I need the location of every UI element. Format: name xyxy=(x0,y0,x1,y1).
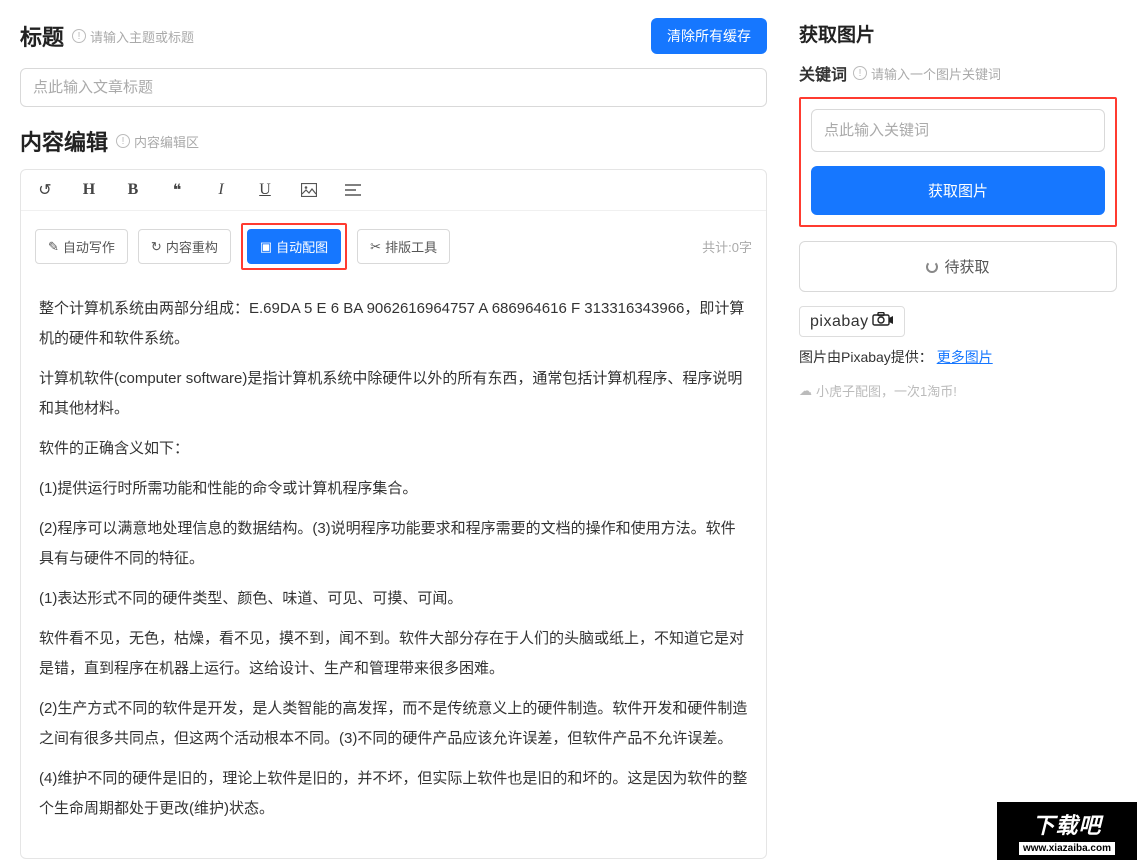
paragraph: (2)生产方式不同的软件是开发，是人类智能的高发挥，而不是传统意义上的硬件制造。… xyxy=(39,694,748,754)
bold-icon[interactable]: B xyxy=(123,180,143,200)
info-icon: ! xyxy=(116,134,130,148)
align-icon[interactable] xyxy=(343,180,363,200)
main-panel: 标题 ! 请输入主题或标题 清除所有缓存 内容编辑 ! 内容编辑区 ↺ H xyxy=(0,0,787,859)
image-icon[interactable] xyxy=(299,180,319,200)
paragraph: (1)表达形式不同的硬件类型、颜色、味道、可见、可摸、可闻。 xyxy=(39,584,748,614)
pencil-icon: ✎ xyxy=(48,239,59,255)
restructure-button[interactable]: ↻内容重构 xyxy=(138,229,231,264)
highlighted-auto-image: ▣自动配图 xyxy=(241,223,347,270)
credit-line: 图片由Pixabay提供： 更多图片 xyxy=(799,347,1117,367)
status-button[interactable]: 待获取 xyxy=(799,241,1117,292)
paragraph: 软件的正确含义如下： xyxy=(39,434,748,464)
fetch-image-button[interactable]: 获取图片 xyxy=(811,166,1105,215)
keyword-label: 关键词 xyxy=(799,61,847,85)
cloud-icon: ☁ xyxy=(799,383,812,399)
sidebar-title: 获取图片 xyxy=(799,20,1117,47)
title-section-header: 标题 ! 请输入主题或标题 清除所有缓存 xyxy=(20,18,767,54)
auto-write-button[interactable]: ✎自动写作 xyxy=(35,229,128,264)
keyword-input[interactable] xyxy=(811,109,1105,152)
content-hint: ! 内容编辑区 xyxy=(116,132,199,151)
action-toolbar: ✎自动写作 ↻内容重构 ▣自动配图 ✂排版工具 共计:0字 xyxy=(21,211,766,282)
underline-icon[interactable]: U xyxy=(255,180,275,200)
footer-tip: ☁ 小虎子配图，一次1淘币! xyxy=(799,381,957,400)
camera-icon xyxy=(872,312,894,331)
paragraph: 整个计算机系统由两部分组成：E.69DA 5 E 6 BA 9062616964… xyxy=(39,294,748,354)
heading-icon[interactable]: H xyxy=(79,180,99,200)
refresh-icon: ↻ xyxy=(151,239,162,255)
pixabay-badge: pixabay xyxy=(799,306,905,337)
word-counter: 共计:0字 xyxy=(702,237,752,256)
content-section-header: 内容编辑 ! 内容编辑区 xyxy=(20,125,767,157)
paragraph: (2)程序可以满意地处理信息的数据结构。(3)说明程序功能要求和程序需要的文档的… xyxy=(39,514,748,574)
keyword-label-row: 关键词 ! 请输入一个图片关键词 xyxy=(799,61,1117,85)
title-hint: ! 请输入主题或标题 xyxy=(72,27,194,46)
more-images-link[interactable]: 更多图片 xyxy=(937,349,993,365)
keyword-hint: ! 请输入一个图片关键词 xyxy=(853,64,1001,83)
clear-cache-button[interactable]: 清除所有缓存 xyxy=(651,18,767,54)
paragraph: 计算机软件(computer software)是指计算机系统中除硬件以外的所有… xyxy=(39,364,748,424)
watermark: 下载吧 www.xiazaiba.com xyxy=(997,802,1137,860)
quote-icon[interactable]: ❝ xyxy=(167,180,187,200)
info-icon: ! xyxy=(72,29,86,43)
format-toolbar: ↺ H B ❝ I U xyxy=(21,170,766,211)
content-area[interactable]: 整个计算机系统由两部分组成：E.69DA 5 E 6 BA 9062616964… xyxy=(21,282,766,858)
highlighted-keyword-box: 获取图片 xyxy=(799,97,1117,227)
italic-icon[interactable]: I xyxy=(211,180,231,200)
layout-tool-button[interactable]: ✂排版工具 xyxy=(357,229,450,264)
content-label: 内容编辑 xyxy=(20,125,108,157)
title-label: 标题 xyxy=(20,20,64,52)
article-title-input[interactable] xyxy=(20,68,767,107)
editor: ↺ H B ❝ I U ✎自动写作 ↻内容重构 ▣自动配图 ✂排版工具 共计 xyxy=(20,169,767,859)
auto-image-button[interactable]: ▣自动配图 xyxy=(247,229,341,264)
paragraph: 软件看不见，无色，枯燥，看不见，摸不到，闻不到。软件大部分存在于人们的头脑或纸上… xyxy=(39,624,748,684)
sidebar: 获取图片 关键词 ! 请输入一个图片关键词 获取图片 待获取 pixabay 图… xyxy=(787,0,1137,859)
picture-icon: ▣ xyxy=(260,239,272,255)
info-icon: ! xyxy=(853,66,867,80)
paragraph: (1)提供运行时所需功能和性能的命令或计算机程序集合。 xyxy=(39,474,748,504)
spinner-icon xyxy=(926,261,938,273)
undo-icon[interactable]: ↺ xyxy=(35,180,55,200)
tool-icon: ✂ xyxy=(370,239,381,255)
paragraph: (4)维护不同的硬件是旧的，理论上软件是旧的，并不坏，但实际上软件也是旧的和坏的… xyxy=(39,764,748,824)
